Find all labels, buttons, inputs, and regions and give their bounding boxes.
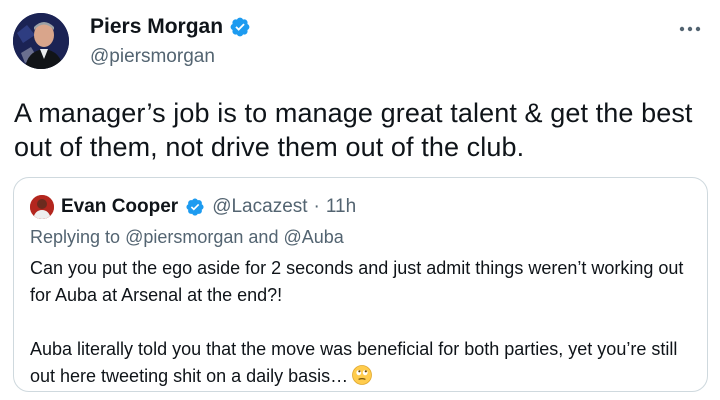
- more-horizontal-icon: [679, 26, 701, 32]
- tweet-text: A manager’s job is to manage great talen…: [14, 98, 693, 162]
- author-name[interactable]: Piers Morgan: [90, 15, 223, 39]
- quoted-tweet-time[interactable]: 11h: [326, 196, 356, 218]
- author-name-row[interactable]: Piers Morgan: [90, 15, 251, 39]
- author-handle[interactable]: @piersmorgan: [90, 46, 215, 68]
- author-avatar[interactable]: [13, 13, 69, 69]
- quoted-author-avatar[interactable]: [30, 195, 54, 219]
- quoted-tweet-header: Evan Cooper @Lacazest · 11h: [30, 195, 356, 219]
- avatar-photo: [13, 13, 69, 69]
- mention-link-auba[interactable]: @Auba: [283, 227, 343, 247]
- quoted-paragraph-1: Can you put the ego aside for 2 seconds …: [30, 258, 684, 305]
- quoted-author-handle[interactable]: @Lacazest: [212, 196, 307, 218]
- replying-prefix: Replying to: [30, 227, 121, 247]
- replying-to-line: Replying to @piersmorgan and @Auba: [30, 227, 344, 248]
- quoted-paragraph-2-wrapper: Auba literally told you that the move wa…: [30, 336, 700, 390]
- more-options-button[interactable]: [672, 14, 708, 44]
- quoted-tweet-text: Can you put the ego aside for 2 seconds …: [30, 255, 700, 390]
- meta-separator: ·: [313, 196, 320, 217]
- replying-and: and: [248, 227, 279, 247]
- quoted-tweet-card[interactable]: Evan Cooper @Lacazest · 11h Replying to …: [13, 177, 708, 392]
- quoted-author-name[interactable]: Evan Cooper: [61, 196, 178, 218]
- face-with-rolling-eyes-emoji-icon: [352, 365, 373, 385]
- verified-badge-icon: [229, 16, 251, 38]
- mention-link-piersmorgan[interactable]: @piersmorgan: [125, 227, 243, 247]
- quoted-tweet-meta: @Lacazest · 11h: [212, 196, 356, 218]
- quoted-avatar-photo: [30, 195, 54, 219]
- quoted-verified-badge-icon: [185, 197, 205, 217]
